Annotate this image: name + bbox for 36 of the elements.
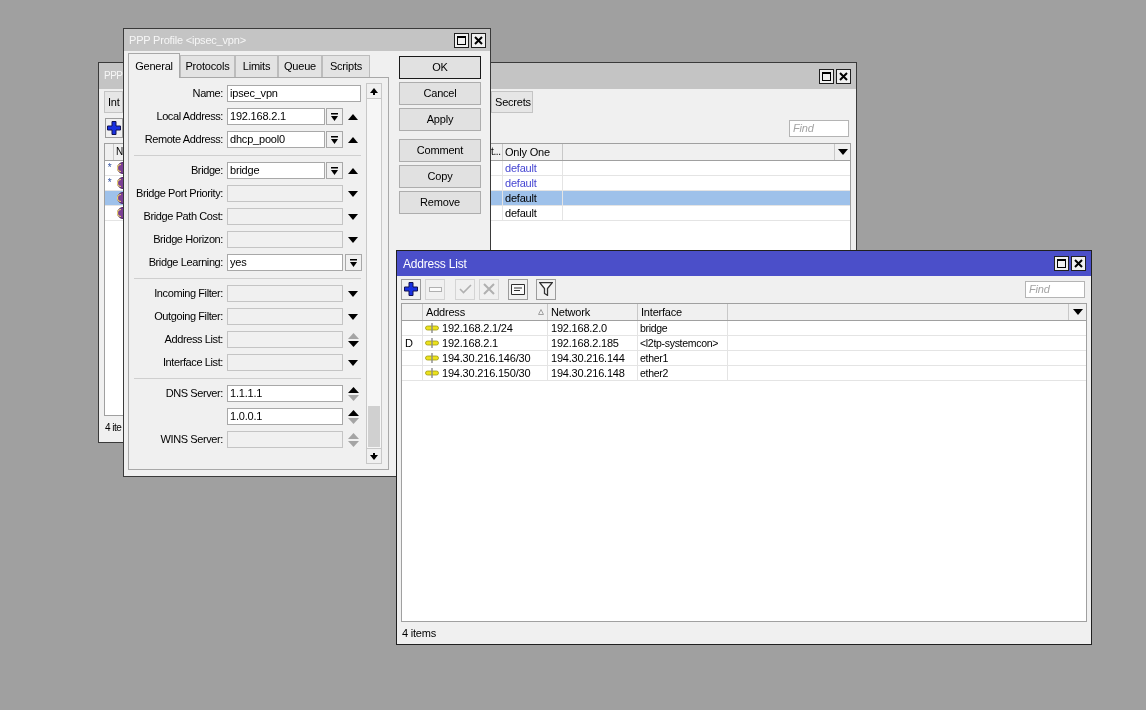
table-cell: default <box>505 192 537 204</box>
field-label: DNS Server: <box>165 388 223 399</box>
table-cell: default <box>505 207 537 219</box>
field-label: Bridge Learning: <box>148 257 223 268</box>
table-cell: ether1 <box>640 352 668 364</box>
table-cell: D <box>405 337 413 349</box>
table-cell: 192.168.2.185 <box>551 337 619 349</box>
table-cell: 192.168.2.1/24 <box>442 322 513 334</box>
field-label: Outgoing Filter: <box>154 311 223 322</box>
field-label: Bridge Port Priority: <box>136 188 223 199</box>
table-cell: * <box>107 178 112 188</box>
field-label: Incoming Filter: <box>154 288 223 299</box>
field-label: Name: <box>192 88 223 99</box>
table-cell: bridge <box>640 322 668 334</box>
status-text: 4 ite <box>105 422 122 433</box>
table-cell: 192.168.2.1 <box>442 337 498 349</box>
field-label: Bridge Horizon: <box>153 234 223 245</box>
status-text: 4 items <box>402 627 437 639</box>
field-label: Interface List: <box>162 357 223 368</box>
field-label: Address List: <box>164 334 223 345</box>
table-cell: 194.30.216.146/30 <box>442 352 531 364</box>
table-cell: default <box>505 162 537 174</box>
field-label: Local Address: <box>156 111 223 122</box>
table-cell: 194.30.216.144 <box>551 352 625 364</box>
table-cell: <l2tp-systemcon> <box>640 337 719 349</box>
field-label: Bridge: <box>190 165 223 176</box>
table-cell: 192.168.2.0 <box>551 322 607 334</box>
table-cell: 194.30.216.150/30 <box>442 367 531 379</box>
field-label: Bridge Path Cost: <box>143 211 223 222</box>
table-cell: * <box>107 163 112 173</box>
table-cell: 194.30.216.148 <box>551 367 625 379</box>
field-label: Remote Address: <box>144 134 223 145</box>
table-cell: default <box>505 177 537 189</box>
window-title: Address List <box>403 257 467 270</box>
field-label: WINS Server: <box>160 434 223 445</box>
table-cell: ether2 <box>640 367 668 379</box>
